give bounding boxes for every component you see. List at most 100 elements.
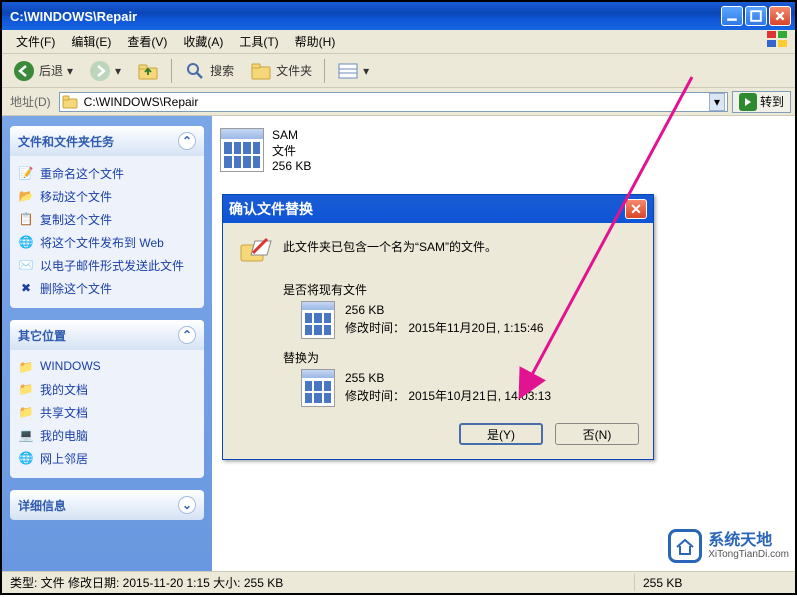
replace-file-icon [301,369,335,407]
replace-label: 替换为 [283,349,639,366]
details-panel-header[interactable]: 详细信息 ⌄ [10,490,204,520]
minimize-button[interactable] [721,6,743,26]
folders-icon [250,60,272,82]
dialog-warning-icon [237,235,273,271]
search-icon [184,60,206,82]
details-panel: 详细信息 ⌄ [10,490,204,520]
no-button[interactable]: 否(N) [555,423,639,445]
place-network[interactable]: 🌐 网上邻居 [16,447,200,470]
folder-icon: 📁 [18,359,34,375]
tasks-panel-title: 文件和文件夹任务 [18,133,114,150]
place-shared-documents[interactable]: 📁共享文档 [16,401,200,424]
confirm-replace-dialog: 确认文件替换 ✕ 此文件夹已包含一个名为“SAM”的文件。 是否将现有文件 25… [222,194,654,460]
task-publish-web[interactable]: 🌐 将这个文件发布到 Web [16,231,200,254]
window-titlebar: C:\WINDOWS\Repair [2,2,795,30]
existing-modified: 修改时间： 2015年11月20日, 1:15:46 [345,319,544,337]
address-input[interactable] [82,94,705,110]
address-dropdown-button[interactable]: ▾ [709,93,725,111]
go-arrow-icon [739,93,757,111]
tasks-panel-header[interactable]: 文件和文件夹任务 ⌃ [10,126,204,156]
window-close-button[interactable] [769,6,791,26]
views-button[interactable]: ▾ [330,57,376,85]
watermark-en: XiTongTianDi.com [708,549,789,560]
task-copy[interactable]: 📋 复制这个文件 [16,208,200,231]
file-meta: SAM 文件 256 KB [272,128,311,175]
chevron-down-icon: ▾ [115,64,121,78]
address-field[interactable]: ▾ [59,92,728,112]
places-panel-header[interactable]: 其它位置 ⌃ [10,320,204,350]
task-email[interactable]: ✉️以电子邮件形式发送此文件 [16,254,200,277]
dialog-message: 此文件夹已包含一个名为“SAM”的文件。 [283,235,497,271]
toolbar: 后退 ▾ ▾ 搜索 文件夹 ▾ [2,54,795,88]
up-button[interactable] [130,57,166,85]
place-windows[interactable]: 📁WINDOWS [16,356,200,378]
menu-edit[interactable]: 编辑(E) [63,31,119,52]
place-my-computer[interactable]: 💻 我的电脑 [16,424,200,447]
chevron-down-icon: ▾ [714,95,720,109]
menu-tools[interactable]: 工具(T) [231,31,286,52]
watermark: 系统天地 XiTongTianDi.com [668,529,789,563]
yes-button[interactable]: 是(Y) [459,423,543,445]
back-button[interactable]: 后退 ▾ [6,57,80,85]
search-label: 搜索 [210,62,234,79]
delete-icon: ✖ [18,280,34,296]
address-label: 地址(D) [6,93,55,110]
place-label: 网上邻居 [40,450,88,467]
expand-icon: ⌄ [178,496,196,514]
file-icon [220,128,264,172]
rename-icon: 📝 [18,165,34,181]
toolbar-separator [171,59,172,83]
folder-icon [62,94,78,110]
windows-flag-icon [759,31,789,52]
places-panel: 其它位置 ⌃ 📁WINDOWS 📁 我的文档 📁共享文档 💻 我的电脑 🌐 网上邻居 [10,320,204,478]
file-type: 文件 [272,144,311,160]
search-button[interactable]: 搜索 [177,57,241,85]
close-icon: ✕ [630,201,642,218]
go-label: 转到 [760,93,784,110]
menu-help[interactable]: 帮助(H) [287,31,344,52]
file-name: SAM [272,128,311,144]
file-size: 256 KB [272,159,311,175]
replace-size: 255 KB [345,369,551,387]
statusbar: 类型: 文件 修改日期: 2015-11-20 1:15 大小: 255 KB … [2,571,795,593]
status-right: 255 KB [635,576,795,590]
folders-button[interactable]: 文件夹 [243,57,319,85]
dialog-close-button[interactable]: ✕ [625,199,647,219]
shared-folder-icon: 📁 [18,404,34,420]
network-icon: 🌐 [18,450,34,466]
forward-button[interactable]: ▾ [82,57,128,85]
collapse-icon: ⌃ [178,132,196,150]
existing-file-icon [301,301,335,339]
documents-icon: 📁 [18,381,34,397]
folders-label: 文件夹 [276,62,312,79]
task-rename[interactable]: 📝重命名这个文件 [16,162,200,185]
menubar: 文件(F) 编辑(E) 查看(V) 收藏(A) 工具(T) 帮助(H) [2,30,795,54]
move-icon: 📂 [18,188,34,204]
go-button[interactable]: 转到 [732,91,791,113]
back-icon [13,60,35,82]
existing-label: 是否将现有文件 [283,281,639,298]
task-move[interactable]: 📂 移动这个文件 [16,185,200,208]
sidebar: 文件和文件夹任务 ⌃ 📝重命名这个文件 📂 移动这个文件 📋 复制这个文件 🌐 将这个… [2,116,212,571]
menu-favorites[interactable]: 收藏(A) [175,31,231,52]
forward-icon [89,60,111,82]
menu-file[interactable]: 文件(F) [8,31,63,52]
menu-view[interactable]: 查看(V) [119,31,175,52]
place-label: 我的文档 [40,381,88,398]
web-icon: 🌐 [18,234,34,250]
maximize-button[interactable] [745,6,767,26]
back-label: 后退 [39,62,63,79]
address-bar: 地址(D) ▾ 转到 [2,88,795,116]
dialog-title: 确认文件替换 [229,199,313,219]
computer-icon: 💻 [18,427,34,443]
watermark-cn: 系统天地 [708,532,789,550]
place-label: 我的电脑 [40,427,88,444]
task-label: 以电子邮件形式发送此文件 [40,257,184,274]
task-label: 移动这个文件 [40,188,112,205]
copy-icon: 📋 [18,211,34,227]
task-label: 将这个文件发布到 Web [40,234,164,251]
task-label: 复制这个文件 [40,211,112,228]
task-delete[interactable]: ✖删除这个文件 [16,277,200,300]
file-item-sam[interactable]: SAM 文件 256 KB [216,124,416,179]
place-my-documents[interactable]: 📁 我的文档 [16,378,200,401]
